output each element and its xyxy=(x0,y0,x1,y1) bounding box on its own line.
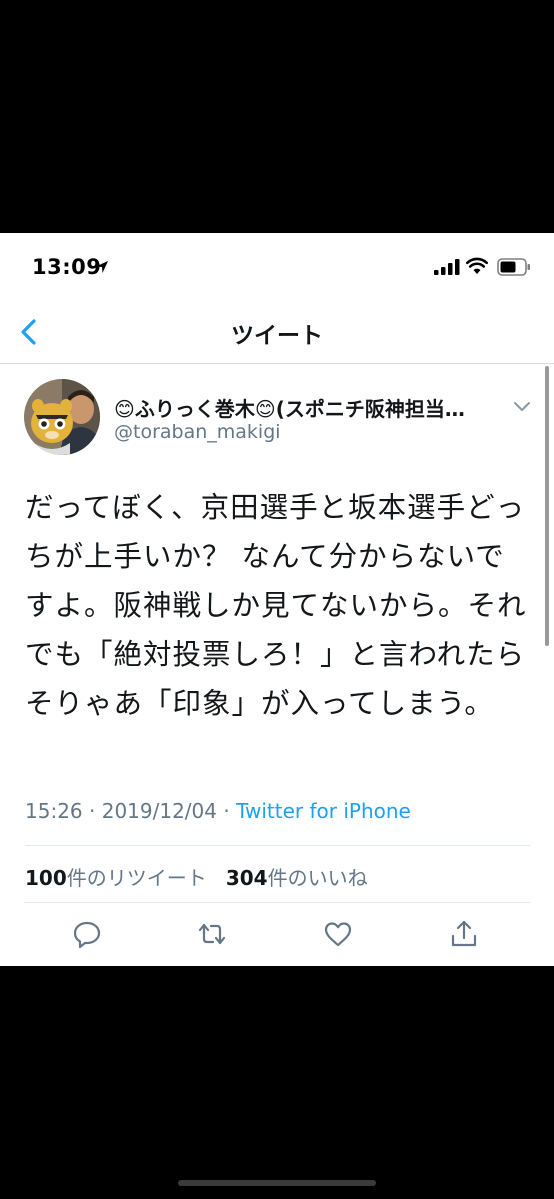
retweet-count: 100 xyxy=(25,866,67,890)
meta-separator: · xyxy=(89,799,96,823)
like-label: 件のいいね xyxy=(267,866,368,890)
tweet-meta: 15:26 · 2019/12/04 · Twitter for iPhone xyxy=(25,799,411,823)
divider xyxy=(25,902,530,903)
retweets-link[interactable]: 100件のリツイート xyxy=(25,866,207,890)
like-button[interactable] xyxy=(323,919,353,949)
display-name[interactable]: 😊ふりっく巻木😊(スポニチ阪神担当… xyxy=(114,393,504,422)
location-arrow-icon xyxy=(96,261,108,273)
heart-icon xyxy=(324,922,352,947)
tweet-screen: 13:09 ツイート 😊ふりっく巻木😊(スポニチ阪神担当… @toraban_m… xyxy=(0,233,554,966)
like-count: 304 xyxy=(225,866,268,890)
avatar[interactable] xyxy=(24,379,100,455)
scrollbar[interactable] xyxy=(545,366,549,646)
share-icon xyxy=(451,920,477,947)
user-handle[interactable]: @toraban_makigi xyxy=(114,421,281,443)
meta-separator: · xyxy=(223,799,230,823)
reply-icon xyxy=(73,921,101,949)
likes-link[interactable]: 304件のいいね xyxy=(226,866,368,890)
tweet-options-button[interactable] xyxy=(510,395,534,417)
tweet-time: 15:26 xyxy=(25,799,83,823)
chevron-down-icon xyxy=(514,402,530,411)
battery-icon xyxy=(497,258,530,276)
cellular-signal-icon xyxy=(434,259,460,275)
reply-button[interactable] xyxy=(72,919,102,949)
tweet-date: 2019/12/04 xyxy=(101,799,217,823)
home-indicator[interactable] xyxy=(178,1180,376,1186)
tweet-stats: 100件のリツイート 304件のいいね xyxy=(25,862,368,891)
tweet-source-link[interactable]: Twitter for iPhone xyxy=(236,799,411,823)
navigation-bar: ツイート xyxy=(0,301,554,364)
share-button[interactable] xyxy=(449,919,479,949)
retweet-label: 件のリツイート xyxy=(66,866,207,890)
tweet-text: だってぼく、京田選手と坂本選手どっちが上手いか？ なんて分からないですよ。阪神戦… xyxy=(25,491,527,720)
divider xyxy=(25,845,530,846)
retweet-button[interactable] xyxy=(197,919,227,949)
status-bar: 13:09 xyxy=(0,233,554,301)
page-title: ツイート xyxy=(231,323,323,349)
retweet-icon xyxy=(198,923,226,945)
wifi-icon xyxy=(466,257,488,274)
status-time: 13:09 xyxy=(32,255,102,279)
